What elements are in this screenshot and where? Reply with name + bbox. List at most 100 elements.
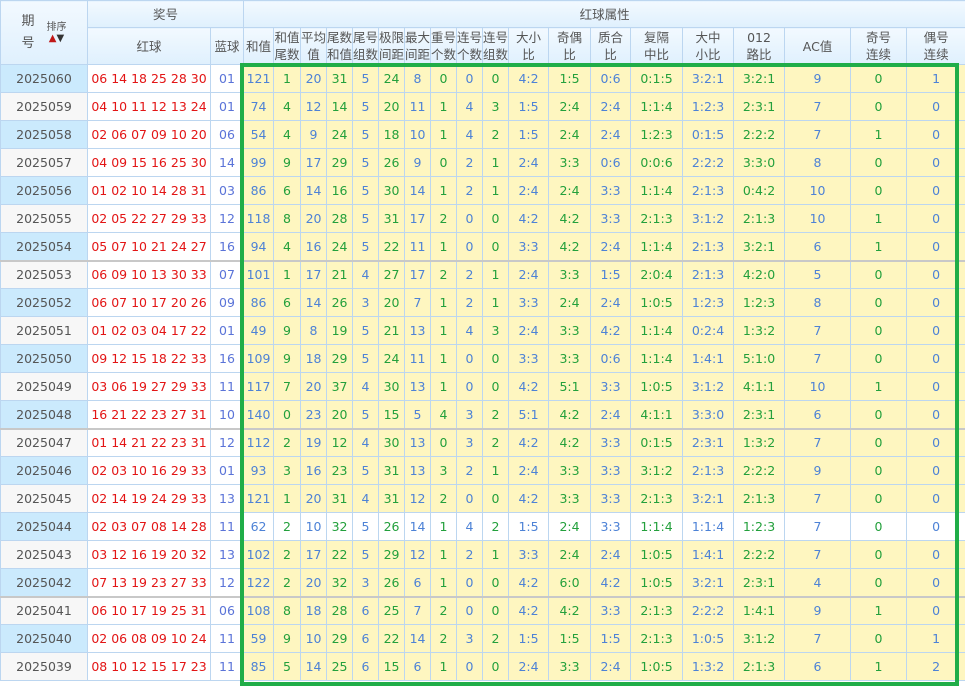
attr-cell: 2:3:1	[733, 92, 786, 121]
table-row[interactable]: 2025040 02 06 08 09 10 24 11 59 9 10 29 6 22 14 2 3…	[0, 624, 965, 653]
attr-cell: 2	[456, 176, 484, 205]
attr-cell: 20	[326, 400, 354, 429]
attr-header: 平均值	[300, 27, 328, 65]
attr-cell: 3	[456, 427, 484, 457]
table-row[interactable]: 2025057 04 09 15 16 25 30 14 99 9 17 29 5 26 9 0 2 1…	[0, 148, 965, 177]
attr-cell: 4:2	[508, 372, 550, 401]
attr-cell: 3:1:2	[630, 456, 684, 485]
attr-header: 偶号 连续	[906, 27, 965, 65]
attr-cell: 5	[784, 259, 852, 289]
attr-cell: 3:3	[590, 372, 632, 401]
attr-cell: 2:1:3	[630, 595, 684, 625]
attr-cell: 6	[784, 400, 852, 429]
attr-cell: 1:1:4	[682, 512, 735, 541]
table-row[interactable]: 2025056 01 02 10 14 28 31 03 86 6 14 16 5 30 14 1 2…	[0, 176, 965, 205]
table-row[interactable]: 2025050 09 12 15 18 22 33 16 109 9 18 29 5 24 11 1…	[0, 344, 965, 373]
sort-button[interactable]: 排序 ▲▼	[47, 22, 67, 44]
blue-ball-cell: 11	[209, 512, 245, 541]
table-row[interactable]: 2025042 07 13 19 23 27 33 12 122 2 20 32 3 26 6 1 0…	[0, 568, 965, 597]
period-cell: 2025059	[0, 92, 88, 121]
table-row[interactable]: 2025049 03 06 19 27 29 33 11 117 7 20 37 4 30 13 1…	[0, 372, 965, 401]
attr-cell: 1	[482, 148, 510, 177]
attr-cell: 9	[404, 148, 432, 177]
attr-cell: 32	[326, 512, 354, 541]
attr-cell: 7	[784, 512, 852, 541]
table-row[interactable]: 2025047 01 14 21 22 23 31 12 112 2 19 12 4 30 13 0…	[0, 427, 965, 457]
attr-cell: 7	[784, 92, 852, 121]
attr-cell: 1:2:3	[733, 288, 786, 317]
attr-cell: 2:2:2	[733, 456, 786, 485]
attr-cell: 112	[243, 427, 275, 457]
period-cell: 2025052	[0, 288, 88, 317]
attr-cell: 3:2:1	[682, 568, 735, 597]
red-balls-cell: 02 05 22 27 29 33	[87, 204, 211, 233]
attr-cell: 12	[404, 484, 432, 513]
table-row[interactable]: 2025054 05 07 10 21 24 27 16 94 4 16 24 5 22 11 1 0…	[0, 232, 965, 261]
attr-cell: 1:5	[508, 624, 550, 653]
attr-cell: 2:3:1	[733, 400, 786, 429]
attr-cell: 0	[906, 484, 965, 513]
attr-cell: 4:1:1	[733, 372, 786, 401]
attr-cell: 0	[482, 372, 510, 401]
sort-down-icon[interactable]: ▼	[57, 33, 65, 44]
table-row[interactable]: 2025041 06 10 17 19 25 31 06 108 8 18 28 6 25 7 2 0…	[0, 595, 965, 625]
attr-header: 012 路比	[733, 27, 786, 65]
table-row[interactable]: 2025045 02 14 19 24 29 33 13 121 1 20 31 4 31 12 2…	[0, 484, 965, 513]
attr-cell: 17	[300, 259, 328, 289]
attr-cell: 10	[784, 372, 852, 401]
attr-cell: 2	[482, 624, 510, 653]
attr-cell: 9	[273, 624, 302, 653]
attr-header-label: 和值	[274, 30, 300, 45]
attr-header-label: 奇偶	[557, 30, 583, 45]
blue-ball-cell: 01	[209, 64, 245, 93]
table-row[interactable]: 2025039 08 10 12 15 17 23 11 85 5 14 25 6 15 6 1 0 0…	[0, 652, 965, 681]
attr-header-label: 比	[522, 47, 535, 62]
attr-cell: 20	[300, 568, 328, 597]
table-row[interactable]: 2025060 06 14 18 25 28 30 01 121 1 20 31 5 24 8 0 0…	[0, 64, 965, 93]
table-row[interactable]: 2025055 02 05 22 27 29 33 12 118 8 20 28 5 31 17 2…	[0, 204, 965, 233]
attr-cell: 0:1:5	[630, 427, 684, 457]
attr-header-label: 组数	[353, 47, 379, 62]
table-row[interactable]: 2025043 03 12 16 19 20 32 13 102 2 17 22 5 29 12 1…	[0, 540, 965, 569]
table-row[interactable]: 2025044 02 03 07 08 14 28 11 62 2 10 32 5 26 14 1 4…	[0, 512, 965, 541]
attr-cell: 86	[243, 176, 275, 205]
attr-cell: 49	[243, 316, 275, 345]
attr-cell: 5:1:0	[733, 344, 786, 373]
table-row[interactable]: 2025053 06 09 10 13 30 33 07 101 1 17 21 4 27 17 2…	[0, 259, 965, 289]
attr-cell: 3:3	[590, 204, 632, 233]
blue-ball-cell: 07	[209, 259, 245, 289]
table-row[interactable]: 2025052 06 07 10 17 20 26 09 86 6 14 26 3 20 7 1 2 1…	[0, 288, 965, 317]
attr-cell: 1:4:1	[682, 344, 735, 373]
attr-cell: 3:3	[508, 288, 550, 317]
attr-cell: 0	[850, 427, 908, 457]
attr-cell: 0	[850, 512, 908, 541]
attr-cell: 1:0:5	[682, 624, 735, 653]
attr-cell: 30	[378, 372, 406, 401]
table-row[interactable]: 2025046 02 03 10 16 29 33 01 93 3 16 23 5 31 13 3 2…	[0, 456, 965, 485]
attr-cell: 3:3	[548, 484, 592, 513]
table-row[interactable]: 2025059 04 10 11 12 13 24 01 74 4 12 14 5 20 11 1 4…	[0, 92, 965, 121]
attr-cell: 1:2:3	[630, 120, 684, 149]
red-balls-cell: 02 06 07 09 10 20	[87, 120, 211, 149]
attr-cell: 0	[482, 232, 510, 261]
attr-cell: 3:3	[590, 595, 632, 625]
attr-header-label: 组数	[483, 47, 509, 62]
attr-cell: 2:4	[548, 512, 592, 541]
table-row[interactable]: 2025051 01 02 03 04 17 22 01 49 9 8 19 5 21 13 1 4 3…	[0, 316, 965, 345]
table-row[interactable]: 2025048 16 21 22 23 27 31 10 140 0 23 20 5 15 5 4 3…	[0, 400, 965, 429]
attr-header-label: 连号	[483, 30, 509, 45]
attr-cell: 1:1:4	[630, 316, 684, 345]
blue-ball-cell: 06	[209, 595, 245, 625]
attr-cell: 18	[300, 595, 328, 625]
attr-cell: 2:2:2	[733, 540, 786, 569]
attr-cell: 31	[378, 456, 406, 485]
sort-up-icon[interactable]: ▲	[49, 33, 57, 44]
period-cell: 2025043	[0, 540, 88, 569]
attr-cell: 4	[456, 92, 484, 121]
attr-header-label: 值	[307, 47, 320, 62]
attr-header: 连号 个数	[456, 27, 484, 65]
attr-cell: 2:4	[590, 540, 632, 569]
red-balls-cell: 06 10 17 19 25 31	[87, 595, 211, 625]
table-row[interactable]: 2025058 02 06 07 09 10 20 06 54 4 9 24 5 18 10 1 4 2…	[0, 120, 965, 149]
attr-cell: 0	[482, 595, 510, 625]
